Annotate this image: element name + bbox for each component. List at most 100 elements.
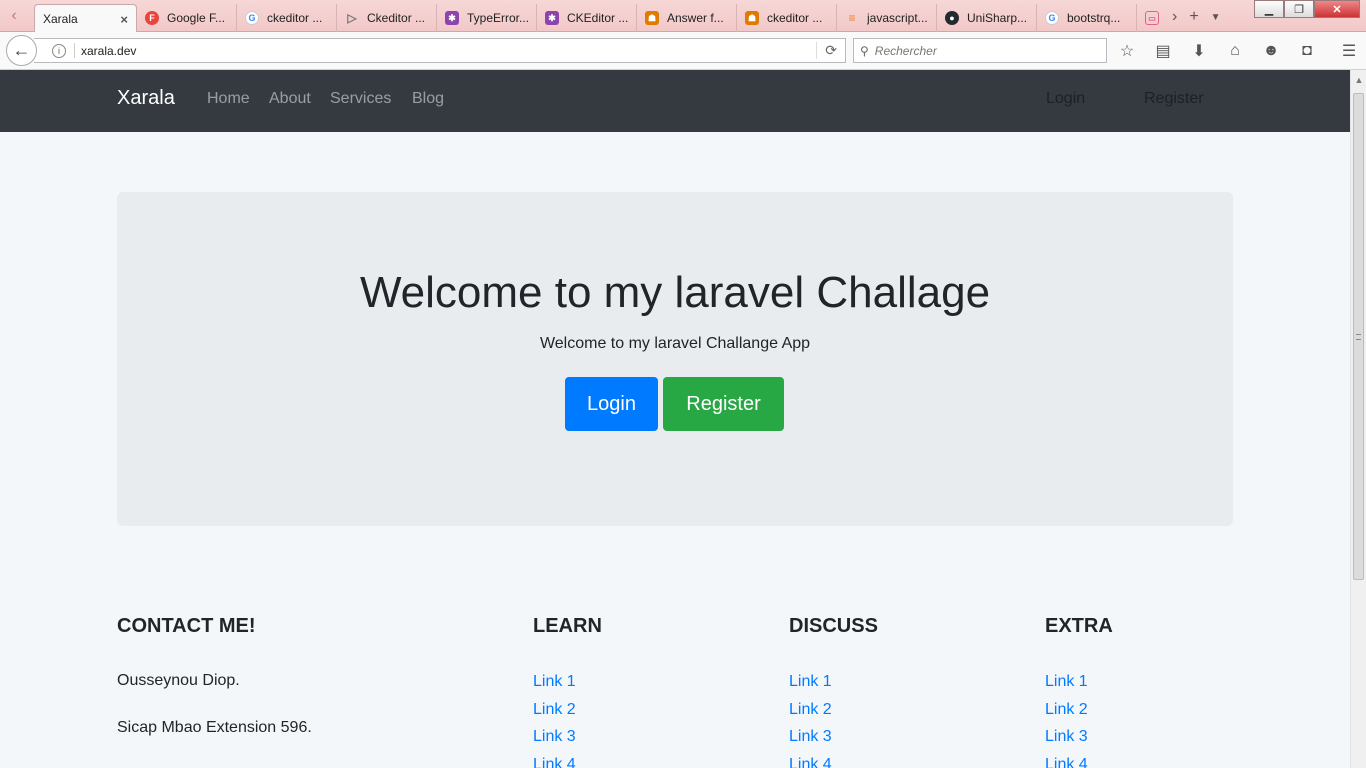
contact-address: Sicap Mbao Extension 596. (117, 719, 312, 736)
tab-ckeditor-google[interactable]: G ckeditor ... (237, 4, 337, 32)
footer-link[interactable]: Link 2 (533, 696, 576, 724)
footer-heading: CONTACT ME! (117, 615, 256, 637)
tab-label: TypeError... (467, 11, 528, 25)
search-input[interactable]: ⚲ Rechercher (853, 38, 1107, 63)
tab-ckeditor-3[interactable]: ✱ CKEditor ... (537, 4, 637, 32)
stackoverflow-icon: ≡ (848, 11, 856, 25)
footer-discuss: DISCUSS (789, 615, 878, 639)
tab-label: javascript... (867, 11, 928, 25)
tab-label: Xarala (43, 12, 78, 26)
footer-discuss-links: Link 1 Link 2 Link 3 Link 4 (789, 668, 832, 768)
site-info-icon[interactable]: i (52, 43, 66, 58)
tab-answer[interactable]: ☗ Answer f... (637, 4, 737, 32)
scrollbar-thumb[interactable] (1353, 93, 1364, 580)
hero-title: Welcome to my laravel Challage (359, 268, 991, 317)
ckeditor-favicon-icon: ✱ (445, 11, 459, 25)
home-icon[interactable]: ⌂ (1224, 40, 1246, 62)
login-button[interactable]: Login (565, 377, 658, 431)
nav-services[interactable]: Services (330, 90, 391, 108)
footer-link[interactable]: Link 3 (533, 723, 576, 751)
tab-bootstrap[interactable]: G bootstrq... (1037, 4, 1137, 32)
footer-link[interactable]: Link 4 (533, 751, 576, 768)
answer-favicon-icon: ☗ (745, 11, 759, 25)
nav-blog[interactable]: Blog (412, 90, 444, 108)
tab-label: bootstrq... (1067, 11, 1121, 25)
tab-javascript[interactable]: ≡ javascript... (837, 4, 937, 32)
footer-learn: LEARN (533, 615, 602, 639)
footer-heading: DISCUSS (789, 615, 878, 637)
tab-partial[interactable]: ▭ F (1137, 4, 1173, 32)
google-icon: G (1045, 11, 1059, 25)
footer-heading: EXTRA (1045, 615, 1113, 637)
menu-icon[interactable]: ☰ (1338, 40, 1360, 62)
tab-ckeditor-2[interactable]: ▷ Ckeditor ... (337, 4, 437, 32)
tab-label: UniSharp... (967, 11, 1028, 25)
tab-scroll-left-icon[interactable]: ‹ (0, 0, 28, 32)
tab-typeerror[interactable]: ✱ TypeError... (437, 4, 537, 32)
tab-label: ckeditor ... (267, 11, 323, 25)
pocket-icon[interactable]: ◘ (1296, 40, 1318, 62)
favicon-icon: F (145, 11, 159, 25)
scrollbar-grip (1356, 334, 1361, 340)
search-icon: ⚲ (860, 43, 869, 58)
footer-link[interactable]: Link 2 (789, 696, 832, 724)
footer-link[interactable]: Link 4 (789, 751, 832, 768)
browser-tab-strip: ‹ Xarala × F Google F... G ckeditor ... … (0, 0, 1366, 33)
github-icon: ● (945, 11, 959, 25)
footer-heading: LEARN (533, 615, 602, 637)
tab-label: Google F... (167, 11, 226, 25)
google-icon: G (245, 11, 259, 25)
answer-favicon-icon: ☗ (645, 11, 659, 25)
download-icon[interactable]: ⬇ (1188, 40, 1210, 62)
nav-about[interactable]: About (269, 90, 311, 108)
minimize-icon[interactable]: ▁ (1254, 0, 1284, 18)
site-brand[interactable]: Xarala (117, 87, 175, 110)
footer-extra-links: Link 1 Link 2 Link 3 Link 4 (1045, 668, 1088, 768)
footer-link[interactable]: Link 3 (1045, 723, 1088, 751)
url-bar[interactable]: i xarala.dev ⟳ (34, 38, 846, 63)
footer-link[interactable]: Link 4 (1045, 751, 1088, 768)
nav-register[interactable]: Register (1144, 90, 1204, 108)
nav-login[interactable]: Login (1046, 90, 1085, 108)
tab-unisharp[interactable]: ● UniSharp... (937, 4, 1037, 32)
hero-jumbotron: Welcome to my laravel Challage Welcome t… (117, 192, 1233, 526)
footer-link[interactable]: Link 1 (1045, 668, 1088, 696)
url-text[interactable]: xarala.dev (81, 44, 136, 58)
footer-extra: EXTRA (1045, 615, 1113, 639)
tab-close-icon[interactable]: × (120, 12, 128, 27)
bookmark-star-icon[interactable]: ☆ (1116, 40, 1138, 62)
reading-list-icon[interactable]: ▤ (1152, 40, 1174, 62)
scroll-up-icon[interactable]: ▲ (1351, 72, 1366, 88)
footer-link[interactable]: Link 3 (789, 723, 832, 751)
chat-icon[interactable]: ☻ (1260, 40, 1282, 62)
register-button[interactable]: Register (663, 377, 784, 431)
tab-ckeditor-4[interactable]: ☗ ckeditor ... (737, 4, 837, 32)
footer-link[interactable]: Link 2 (1045, 696, 1088, 724)
window-controls: ▁ ❐ ✕ (1254, 0, 1360, 18)
reload-icon[interactable]: ⟳ (816, 42, 837, 59)
maximize-icon[interactable]: ❐ (1284, 0, 1314, 18)
tab-label: Answer f... (667, 11, 724, 25)
toolbar-icons: ☆ ▤ ⬇ ⌂ ☻ ◘ ☰ (1116, 40, 1360, 62)
footer-link[interactable]: Link 1 (789, 668, 832, 696)
window-close-icon[interactable]: ✕ (1314, 0, 1360, 18)
page-scrollbar[interactable]: ▲ (1350, 70, 1366, 768)
search-placeholder: Rechercher (874, 43, 937, 58)
page-favicon-icon: ▭ (1145, 11, 1159, 25)
footer-link[interactable]: Link 1 (533, 668, 576, 696)
back-button-icon[interactable]: ← (6, 35, 37, 66)
footer-contact: CONTACT ME! (117, 615, 256, 639)
site-navbar: Xarala Home About Services Blog Login Re… (0, 70, 1350, 132)
tab-xarala[interactable]: Xarala × (34, 4, 137, 33)
tab-list-icon[interactable]: ▼ (1211, 12, 1221, 23)
url-separator (74, 43, 75, 58)
new-tab-icon[interactable]: + (1189, 8, 1198, 26)
hero-subtitle: Welcome to my laravel Challange App (539, 335, 811, 352)
browser-toolbar: i xarala.dev ⟳ ← ⚲ Rechercher ☆ ▤ ⬇ ⌂ ☻ … (0, 32, 1366, 70)
tab-label: CKEditor ... (567, 11, 628, 25)
contact-name: Ousseynou Diop. (117, 672, 240, 689)
tab-scroll-right-icon[interactable]: › (1172, 8, 1177, 26)
tab-google-fonts[interactable]: F Google F... (137, 4, 237, 32)
tab-label: Ckeditor ... (367, 11, 426, 25)
nav-home[interactable]: Home (207, 90, 250, 108)
